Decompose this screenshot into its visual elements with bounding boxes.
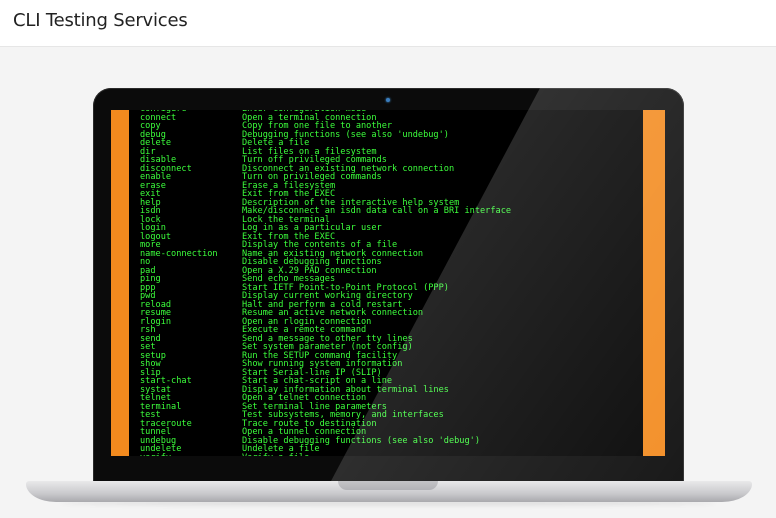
terminal-line: erase Erase a filesystem [140,181,640,191]
command-name: name-connection [140,248,218,259]
terminal-line: resume Resume an active network connectio… [140,309,640,318]
terminal-line: undebug Disable debugging functions (see … [140,436,640,446]
camera-icon [386,98,390,102]
terminal-line: traceroute Trace route to destination [140,419,640,429]
terminal-line: rlogin Open an rlogin connection [140,317,640,327]
terminal-line: disconnect Disconnect an existing network… [140,164,640,174]
terminal-output: configureEnter configuration modeconnect… [140,110,640,456]
terminal-line: login Log in as a particular user [140,224,640,233]
terminal-line: isdn Make/disconnect an isdn data call on… [140,207,640,216]
screen-bottom-bezel [111,456,665,478]
orange-side-bar-left [111,110,129,456]
terminal-line: systat Display information about terminal… [140,385,640,395]
terminal-line: no Disable debugging functions [140,258,640,267]
terminal-line: test Test subsystems, memory, and interfa… [140,411,640,420]
laptop-base-notch [338,481,438,490]
terminal-line: debug Debugging functions (see also 'unde… [140,130,640,140]
terminal-line: name-connection Name an existing network … [140,248,640,259]
terminal-line: enable Turn on privileged commands [140,173,640,182]
terminal-line: lock Lock the terminal [140,215,640,225]
terminal-line: undelete Undelete a file [140,445,640,454]
terminal-line: dir List files on a filesystem [140,147,640,157]
terminal-line: delete Delete a file [140,139,640,148]
page-title: CLI Testing Services [13,10,188,31]
terminal-line: telnet Open a telnet connection [140,394,640,403]
page-header: CLI Testing Services [0,0,776,47]
laptop-screen: configureEnter configuration modeconnect… [111,110,665,456]
terminal-line: pad Open a X.29 PAD connection [140,266,640,276]
terminal-line: show Show running system information [140,360,640,369]
orange-side-bar-right [643,110,665,456]
